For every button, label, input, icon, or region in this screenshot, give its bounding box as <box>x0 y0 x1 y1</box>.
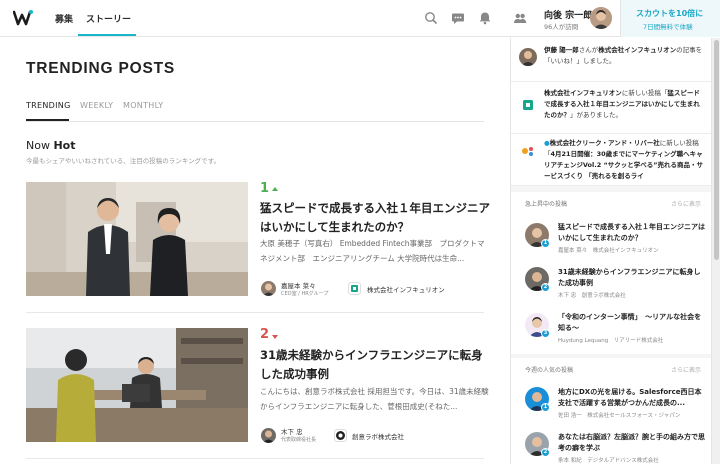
tab-monthly[interactable]: MONTHLY <box>123 101 163 110</box>
rising-posts-heading: 急上昇中の投稿 <box>525 201 568 208</box>
post-divider <box>26 312 484 313</box>
notification-text: ●株式会社クリーク・アンド・リバー社に新しい投稿「4月21日開催：30歳までにマ… <box>544 138 704 182</box>
search-icon[interactable] <box>424 11 438 25</box>
post-1-title[interactable]: 猛スピードで成長する入社１年目エンジニアはいかにして生まれたのか？ <box>260 199 490 237</box>
popular-1-meta: 佐田 浩一 株式会社セールスフォース・ジャパン <box>558 413 681 419</box>
post-2-author-avatar[interactable] <box>261 428 276 443</box>
popular-posts-section: 今週の人気の投稿 さらに表示 1 地方にDXの光を届ける。Salesforce西… <box>511 358 712 464</box>
post-2-company-logo[interactable] <box>334 429 347 442</box>
rank-badge-icon: 1 <box>541 403 550 412</box>
popular-more-link[interactable]: さらに表示 <box>671 365 701 374</box>
scrollbar-thumb[interactable] <box>714 40 719 260</box>
tab-weekly[interactable]: WEEKLY <box>80 101 113 110</box>
rising-more-link[interactable]: さらに表示 <box>671 199 701 208</box>
post-2-author-role: 代表取締役社長 <box>281 437 317 443</box>
post-2-title[interactable]: 31歳未経験からインフラエンジニアに転身した成功事例 <box>260 346 490 384</box>
post-divider <box>26 458 484 459</box>
post-1-author-role: CEO室 / HRグループ <box>281 291 329 297</box>
notification-avatar <box>519 48 537 66</box>
main-content: TRENDING POSTS TRENDING WEEKLY MONTHLY N… <box>0 38 510 464</box>
notification-verb: さんが <box>578 46 599 54</box>
notification-text: 伊藤 陽一郎さんが株式会社インフキュリオンの記事を「いいね！」しました。 <box>544 45 704 67</box>
rank-down-icon <box>272 335 278 339</box>
post-2-image[interactable] <box>26 328 248 442</box>
post-1-company-logo[interactable] <box>348 282 361 295</box>
notification-target: 株式会社インフキュリオン <box>598 46 677 54</box>
popular-2-title[interactable]: あなたは右脳派？左脳派？腕と手の組み方で思考の癖を学ぶ <box>558 432 706 454</box>
rank-up-icon <box>272 187 278 191</box>
rank-badge-icon: 2 <box>541 448 550 457</box>
section-title-prefix: Now <box>26 139 50 152</box>
rising-2-title[interactable]: 31歳未経験からインフラエンジニアに転身した成功事例 <box>558 267 706 289</box>
notification-item[interactable]: ●株式会社クリーク・アンド・リバー社に新しい投稿「4月21日開催：30歳までにマ… <box>511 134 712 186</box>
tab-trending[interactable]: TRENDING <box>26 101 71 110</box>
page-scrollbar[interactable] <box>711 38 720 464</box>
rank-badge-icon: 2 <box>541 283 550 292</box>
popular-posts-heading: 今週の人気の投稿 <box>525 367 574 374</box>
post-2-company-name[interactable]: 創意ラボ株式会社 <box>352 431 404 441</box>
cta-subtext[interactable]: 7日間無料で体験 <box>643 21 693 31</box>
company-logo-icon <box>519 96 537 114</box>
section-title-bold: Hot <box>53 139 76 152</box>
notification-item[interactable]: 伊藤 陽一郎さんが株式会社インフキュリオンの記事を「いいね！」しました。 <box>511 38 712 82</box>
page-title: TRENDING POSTS <box>26 60 175 77</box>
rising-2-meta: 木下 忠 創意ラボ株式会社 <box>558 293 626 299</box>
popular-2-meta: 条本 和紀 デジタルアドバンス株式会社 <box>558 458 659 464</box>
section-title: Now Hot <box>26 139 76 152</box>
post-2-excerpt: こんにちは、創意ラボ株式会社 採用担当です。今日は、31歳未経験からインフラエン… <box>260 387 489 411</box>
nav-active-underline <box>78 34 136 36</box>
post-1-author-name[interactable]: 嘉屋本 菜々 <box>281 280 316 290</box>
notification-actor: 株式会社インフキュリオン <box>544 89 622 97</box>
nav-recruit[interactable]: 募集 <box>55 12 73 25</box>
top-header: 募集 ストーリー 向後 宗一郎 96人が訪問 スカウトを10倍に 7日間無料で体… <box>0 0 720 37</box>
post-1-excerpt: 大原 美穂子（写真右） Embedded Fintech事業部 プロダクトマネジ… <box>260 239 485 263</box>
rising-3-meta: Huydung Lequang リアリード株式会社 <box>558 338 664 344</box>
post-1-rank: 1 <box>260 181 270 196</box>
notification-actor: 株式会社クリーク・アンド・リバー社 <box>549 139 660 147</box>
post-1-author-avatar[interactable] <box>261 281 276 296</box>
chat-icon[interactable] <box>451 11 465 25</box>
notification-verb: に新しい投稿「 <box>621 89 668 97</box>
post-1-company-name[interactable]: 株式会社インフキュリオン <box>367 284 445 294</box>
post-2-rank: 2 <box>260 327 270 342</box>
post-2-author-name[interactable]: 木下 忠 <box>281 426 303 436</box>
rank-badge-icon: 1 <box>541 239 550 248</box>
notification-text: 株式会社インフキュリオンに新しい投稿「猛スピードで成長する入社１年目エンジニアは… <box>544 88 704 121</box>
tab-divider <box>26 121 484 122</box>
nav-stories[interactable]: ストーリー <box>86 12 131 25</box>
notification-target: 4月21日開催：30歳までにマーケティング職へキャリアチェンジVol.2 “サク… <box>544 150 704 180</box>
notification-actor: 伊藤 陽一郎 <box>544 46 579 54</box>
user-avatar[interactable] <box>590 7 612 29</box>
visitor-count: 96人が訪問 <box>544 23 579 31</box>
right-sidebar: 伊藤 陽一郎さんが株式会社インフキュリオンの記事を「いいね！」しました。 株式会… <box>510 38 712 464</box>
rising-1-meta: 嘉屋本 菜々 株式会社インフキュリオン <box>558 248 659 254</box>
notification-end: 」がありました。 <box>570 111 622 119</box>
section-subtitle: 今最もシェアやいいねされている、注目の投稿のランキングです。 <box>26 157 220 165</box>
user-name[interactable]: 向後 宗一郎 <box>544 8 592 21</box>
popular-1-title[interactable]: 地方にDXの光を届ける。Salesforce西日本支社で活躍する営業がつかんだ成… <box>558 387 706 409</box>
post-1-image[interactable] <box>26 182 248 296</box>
cta-headline[interactable]: スカウトを10倍に <box>636 8 703 19</box>
notification-item[interactable]: 株式会社インフキュリオンに新しい投稿「猛スピードで成長する入社１年目エンジニアは… <box>511 82 712 134</box>
people-icon[interactable] <box>513 11 527 25</box>
rising-1-title[interactable]: 猛スピードで成長する入社１年目エンジニアはいかにして生まれたのか？ <box>558 222 706 244</box>
wantedly-logo-icon[interactable] <box>13 9 33 27</box>
rising-posts-section: 急上昇中の投稿 さらに表示 1 猛スピードで成長する入社１年目エンジニアはいかに… <box>511 192 712 354</box>
bell-icon[interactable] <box>478 11 492 25</box>
rising-3-title[interactable]: 「令和のインターン事情」 〜リアルな社会を知る〜 <box>558 312 706 334</box>
rank-badge-icon: 3 <box>541 329 550 338</box>
company-logo-icon <box>519 142 537 160</box>
